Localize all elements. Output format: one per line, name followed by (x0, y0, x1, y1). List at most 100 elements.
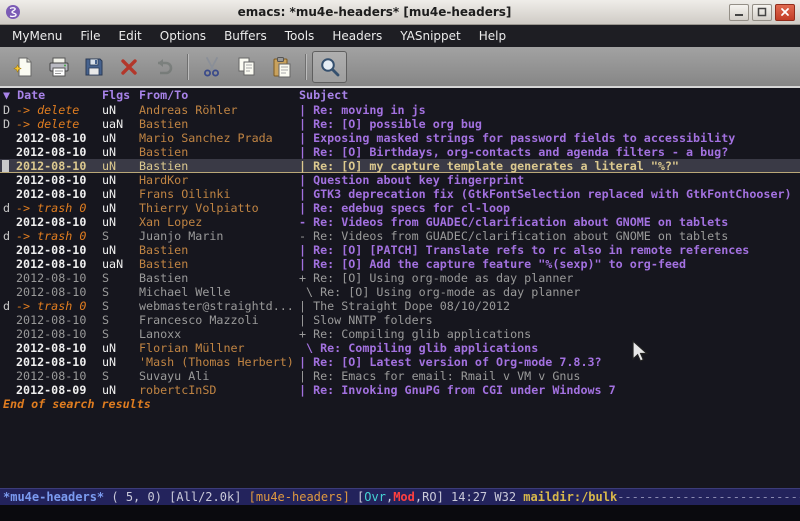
message-mark (3, 257, 16, 271)
message-row[interactable]: 2012-08-10SSuvayu Ali| Re: Emacs for ema… (0, 369, 800, 383)
message-row[interactable]: D-> deleteuNAndreas Röhler| Re: moving i… (0, 103, 800, 117)
message-mark (3, 215, 16, 229)
minimize-icon (734, 7, 744, 17)
message-mark: d (3, 299, 16, 313)
message-row[interactable]: 2012-08-10uNMario Sanchez Prada| Exposin… (0, 131, 800, 145)
message-mark (3, 313, 16, 327)
message-row[interactable]: 2012-08-10SBastien+ Re: [O] Using org-mo… (0, 271, 800, 285)
message-flags: S (102, 327, 139, 341)
modeline-segment-buffer: *mu4e-headers* (3, 489, 104, 505)
message-mark (3, 187, 16, 201)
message-from: HardKor (139, 173, 299, 187)
message-row[interactable]: 2012-08-10uNBastien| Re: [O] [PATCH] Tra… (0, 243, 800, 257)
message-date: 2012-08-10 (16, 243, 102, 257)
message-date: 2012-08-10 (16, 187, 102, 201)
header-col-date[interactable]: ▼ Date (3, 88, 102, 103)
message-mark (3, 145, 16, 159)
message-from: Bastien (139, 271, 299, 285)
message-date: 2012-08-10 (16, 271, 102, 285)
toolbar-separator (187, 54, 188, 80)
message-row[interactable]: 2012-08-09uNrobertcInSD| Re: Invoking Gn… (0, 383, 800, 397)
message-date: 2012-08-10 (16, 215, 102, 229)
new-file-button[interactable] (6, 51, 41, 83)
message-row[interactable]: 2012-08-10uNHardKor| Question about key … (0, 173, 800, 187)
message-flags: uN (102, 187, 139, 201)
message-row[interactable]: 2012-08-10uNBastien| Re: [O] Birthdays, … (0, 145, 800, 159)
message-subject: | Slow NNTP folders (299, 313, 800, 327)
close-button[interactable] (111, 51, 146, 83)
message-date: -> delete (16, 103, 102, 117)
header-col-flags[interactable]: Flgs (102, 88, 139, 103)
header-col-subject[interactable]: Subject (299, 88, 800, 103)
maximize-button[interactable] (752, 4, 772, 21)
message-row[interactable]: d-> trash 0uNThierry Volpiatto| Re: edeb… (0, 201, 800, 215)
message-row[interactable]: d-> trash 0SJuanjo Marin- Re: Videos fro… (0, 229, 800, 243)
message-row[interactable]: 2012-08-10uNFrans Oilinki| GTK3 deprecat… (0, 187, 800, 201)
modeline-segment-dashes: ---------------------------------------- (617, 489, 800, 505)
paste-button[interactable] (264, 51, 299, 83)
message-row[interactable]: 2012-08-10SLanoxx+ Re: Compiling glib ap… (0, 327, 800, 341)
modeline-segment-plain: RO (422, 489, 436, 505)
modeline-segment-plain: , (386, 489, 393, 505)
message-flags: uN (102, 159, 139, 173)
message-subject: \ Re: Compiling glib applications (299, 341, 800, 355)
minimize-button[interactable] (729, 4, 749, 21)
message-mark (3, 159, 16, 173)
message-row[interactable]: 2012-08-10SFrancesco Mazzoli| Slow NNTP … (0, 313, 800, 327)
modeline-segment-plain: ] (437, 489, 451, 505)
copy-button[interactable] (229, 51, 264, 83)
mode-line[interactable]: *mu4e-headers* ( 5, 0) [All/2.0k] [mu4e-… (0, 488, 800, 505)
message-row[interactable]: 2012-08-10uaNBastien| Re: [O] Add the ca… (0, 257, 800, 271)
message-row[interactable]: 2012-08-10uN'Mash (Thomas Herbert)| Re: … (0, 355, 800, 369)
print-button[interactable] (41, 51, 76, 83)
menu-mymenu[interactable]: MyMenu (3, 27, 71, 45)
undo-icon (152, 55, 176, 79)
message-flags: uN (102, 355, 139, 369)
menu-edit[interactable]: Edit (110, 27, 151, 45)
message-mark (3, 243, 16, 257)
message-row[interactable]: 2012-08-10SMichael Welle \ Re: [O] Using… (0, 285, 800, 299)
message-from: Andreas Röhler (139, 103, 299, 117)
message-mark: D (3, 117, 16, 131)
message-date: -> trash 0 (16, 201, 102, 215)
message-row[interactable]: 2012-08-10uNFlorian Müllner \ Re: Compil… (0, 341, 800, 355)
message-from: webmaster@straightd... (139, 299, 299, 313)
save-icon (82, 55, 106, 79)
title-bar[interactable]: emacs: *mu4e-headers* [mu4e-headers] (0, 0, 800, 25)
cut-button[interactable] (194, 51, 229, 83)
modeline-segment-ovr: Ovr (364, 489, 386, 505)
menu-file[interactable]: File (71, 27, 109, 45)
message-row[interactable]: d-> trash 0Swebmaster@straightd...| The … (0, 299, 800, 313)
message-from: Michael Welle (139, 285, 299, 299)
search-icon (318, 55, 342, 79)
message-subject: | Re: [O] Add the capture feature "%(sex… (299, 257, 800, 271)
save-button[interactable] (76, 51, 111, 83)
message-subject: + Re: [O] Using org-mode as day planner (299, 271, 800, 285)
menu-buffers[interactable]: Buffers (215, 27, 276, 45)
menu-options[interactable]: Options (151, 27, 215, 45)
message-date: 2012-08-10 (16, 159, 102, 173)
message-row[interactable]: 2012-08-10uNBastien| Re: [O] my capture … (0, 159, 800, 173)
header-col-from[interactable]: From/To (139, 88, 299, 103)
menu-help[interactable]: Help (470, 27, 515, 45)
message-from: Frans Oilinki (139, 187, 299, 201)
message-row[interactable]: D-> deleteuaNBastien| Re: [O] possible o… (0, 117, 800, 131)
menu-headers[interactable]: Headers (323, 27, 391, 45)
cut-icon (200, 55, 224, 79)
message-from: Florian Müllner (139, 341, 299, 355)
message-subject: | Re: [O] possible org bug (299, 117, 800, 131)
message-date: 2012-08-10 (16, 313, 102, 327)
message-subject: | Re: moving in js (299, 103, 800, 117)
menu-yasnippet[interactable]: YASnippet (391, 27, 470, 45)
modeline-segment-plain: [ (350, 489, 364, 505)
search-button[interactable] (312, 51, 347, 83)
modeline-segment-mode: [mu4e-headers] (249, 489, 350, 505)
message-flags: S (102, 229, 139, 243)
echo-area[interactable] (0, 505, 800, 521)
close-button[interactable] (775, 4, 795, 21)
window-title: emacs: *mu4e-headers* [mu4e-headers] (23, 5, 726, 19)
message-row[interactable]: 2012-08-10uNXan Lopez- Re: Videos from G… (0, 215, 800, 229)
undo-button[interactable] (146, 51, 181, 83)
menu-tools[interactable]: Tools (276, 27, 324, 45)
message-date: 2012-08-10 (16, 131, 102, 145)
